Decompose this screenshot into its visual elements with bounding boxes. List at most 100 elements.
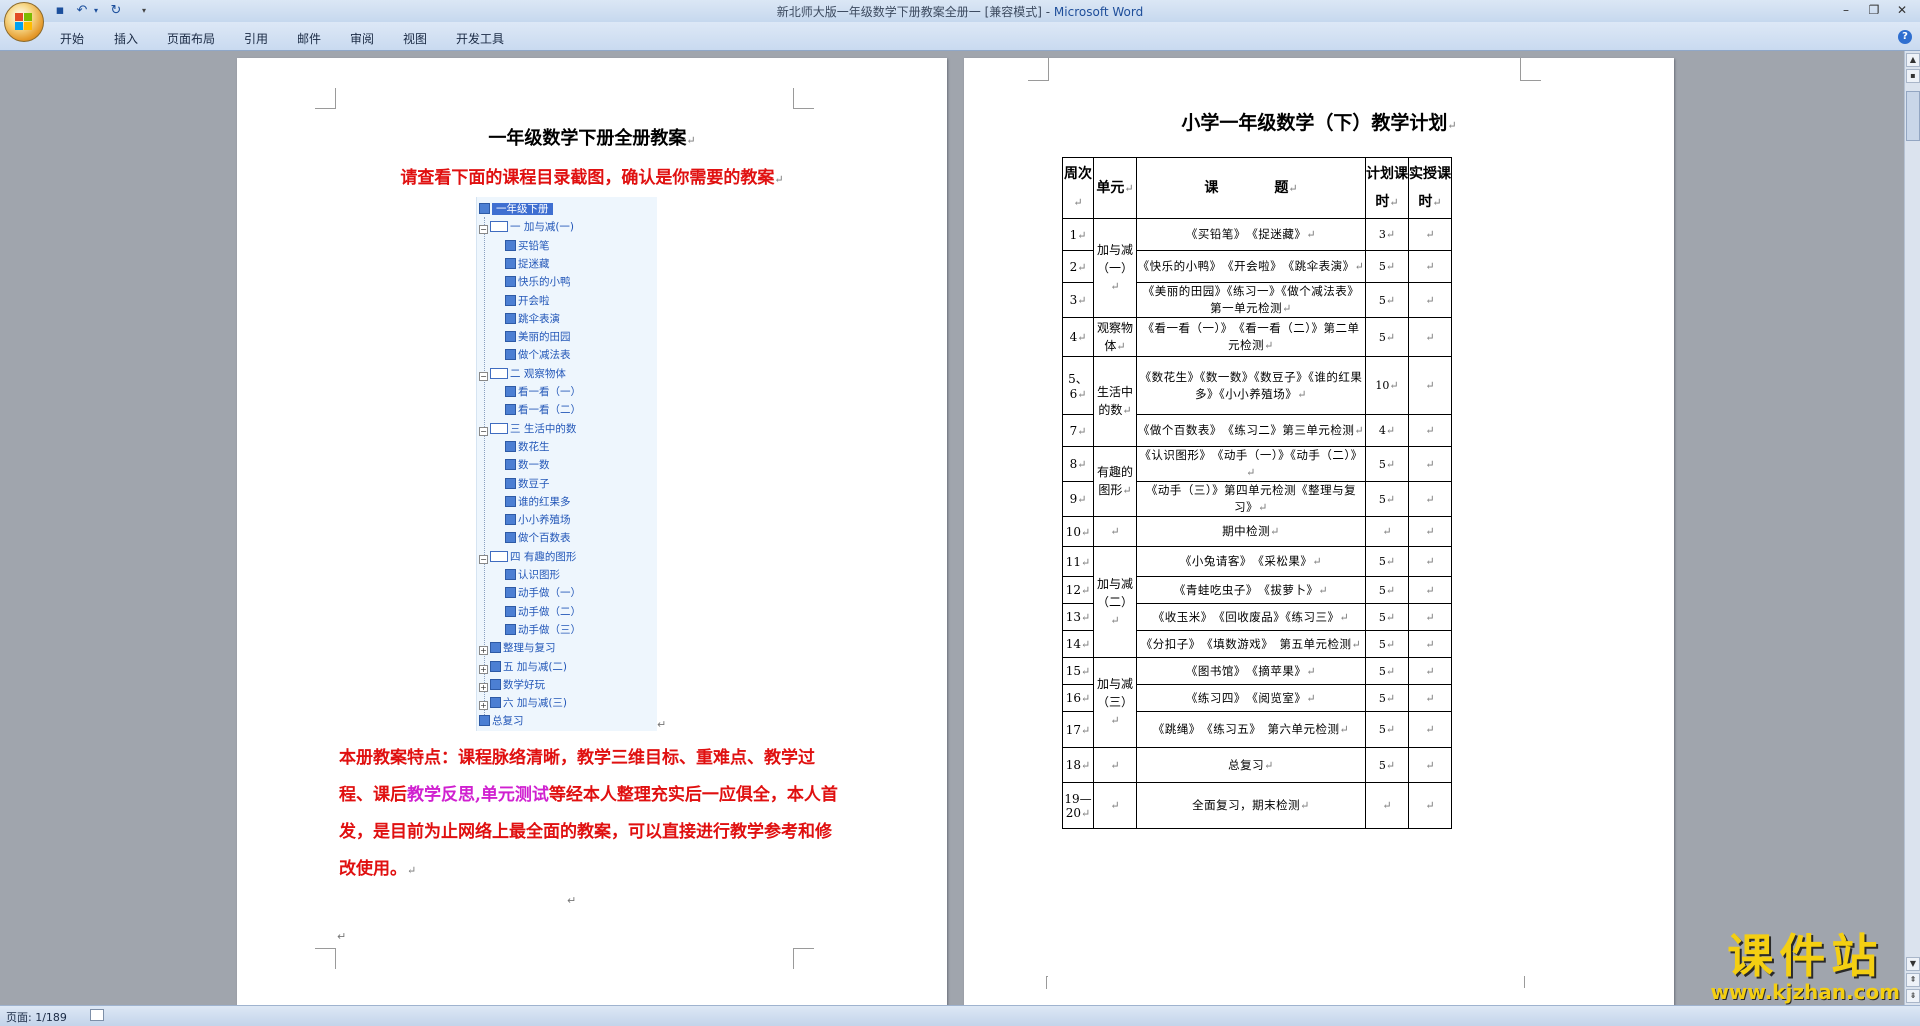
- margin-corner: [1046, 976, 1048, 989]
- tree-node[interactable]: 看一看（二）: [505, 402, 581, 418]
- table-row: 11↵ 加与减（二）↵ 《小兔请客》 《采松果》↵ 5↵ ↵: [1062, 546, 1452, 658]
- tree-node[interactable]: 总复习: [479, 713, 524, 729]
- tree-node[interactable]: + 六 加与减(三): [479, 695, 567, 711]
- cell-lesson: 《收玉米》 《回收废品》《练习三》↵: [1136, 603, 1366, 631]
- cell-actual-hours: ↵: [1408, 317, 1452, 357]
- restore-icon[interactable]: ❐: [1861, 2, 1887, 18]
- previous-page-icon[interactable]: ⇞: [1906, 973, 1920, 987]
- tree-node[interactable]: 认识图形: [505, 567, 560, 583]
- tab-page-layout[interactable]: 页面布局: [167, 30, 215, 47]
- help-icon[interactable]: ?: [1898, 30, 1912, 44]
- tree-node[interactable]: 开会啦: [505, 293, 550, 309]
- expand-icon[interactable]: +: [479, 701, 488, 711]
- cell-lesson: 《做个百数表》 《练习二》第三单元检测↵: [1136, 414, 1366, 447]
- shortcut-icon: [490, 660, 501, 672]
- watermark-brand: 课件站: [1727, 929, 1884, 983]
- cell-unit: ↵: [1093, 782, 1137, 829]
- tree-node[interactable]: − 一 加与减(一): [479, 219, 574, 235]
- expand-icon[interactable]: +: [479, 646, 488, 656]
- tab-view[interactable]: 视图: [403, 30, 427, 47]
- margin-corner: [315, 948, 336, 969]
- header-unit: 单元↵: [1093, 157, 1137, 219]
- tree-node[interactable]: 小小养殖场: [505, 512, 571, 528]
- cell-week: 5、6↵: [1062, 356, 1094, 415]
- tree-node[interactable]: − 四 有趣的图形: [479, 549, 576, 565]
- tree-node-label: 跳伞表演: [518, 312, 560, 325]
- cell-lesson: 期中检测↵: [1136, 516, 1366, 547]
- tree-node[interactable]: + 五 加与减(二): [479, 659, 567, 675]
- paragraph-mark: ↵: [567, 894, 577, 907]
- tree-node-label: 做个百数表: [518, 532, 571, 545]
- tree-node[interactable]: 动手做（三）: [505, 622, 581, 638]
- page-1: 一年级数学下册全册教案↵ 请查看下面的课程目录截图，确认是你需要的教案↵ 一年级…: [237, 58, 947, 1005]
- document-icon: [505, 294, 516, 306]
- tree-node[interactable]: 数花生: [505, 439, 550, 455]
- ruler-toggle-icon[interactable]: ▪: [1906, 69, 1920, 83]
- tree-node[interactable]: + 整理与复习: [479, 640, 556, 656]
- tab-developer[interactable]: 开发工具: [456, 30, 504, 47]
- scroll-down-icon[interactable]: ▼: [1906, 957, 1920, 971]
- tree-node[interactable]: 跳伞表演: [505, 311, 560, 327]
- cell-planned-hours: 4↵: [1365, 414, 1409, 447]
- tree-node[interactable]: 数豆子: [505, 476, 550, 492]
- tree-node[interactable]: + 数学好玩: [479, 677, 545, 693]
- cell-week: 15↵: [1062, 657, 1094, 685]
- office-button[interactable]: [4, 2, 44, 42]
- collapse-icon[interactable]: −: [479, 371, 488, 381]
- shortcut-icon: [490, 642, 501, 654]
- cell-actual-hours: ↵: [1408, 657, 1452, 685]
- expand-icon[interactable]: +: [479, 664, 488, 674]
- tree-node[interactable]: 做个减法表: [505, 347, 571, 363]
- vertical-scrollbar[interactable]: ▲ ▪ ▼ ⇞ ⇟: [1904, 51, 1920, 1005]
- scrollbar-thumb[interactable]: [1906, 91, 1920, 141]
- tree-node-label: 动手做（二）: [518, 605, 581, 618]
- tree-node[interactable]: − 三 生活中的数: [479, 421, 576, 437]
- tree-node[interactable]: 看一看（一）: [505, 384, 581, 400]
- cell-unit: ↵: [1093, 516, 1137, 547]
- document-icon: [505, 312, 516, 324]
- tree-node[interactable]: 动手做（二）: [505, 604, 581, 620]
- tab-review[interactable]: 审阅: [350, 30, 374, 47]
- tab-mailings[interactable]: 邮件: [297, 30, 321, 47]
- cell-actual-hours: ↵: [1408, 282, 1452, 318]
- tab-insert[interactable]: 插入: [114, 30, 138, 47]
- next-page-icon[interactable]: ⇟: [1906, 989, 1920, 1003]
- expand-icon[interactable]: +: [479, 682, 488, 692]
- table-row: 19—20↵ ↵ 全面复习，期末检测↵ ↵ ↵: [1062, 782, 1452, 829]
- tree-node[interactable]: 买铅笔: [505, 238, 550, 254]
- scroll-up-icon[interactable]: ▲: [1906, 53, 1920, 67]
- tree-node[interactable]: 动手做（一）: [505, 585, 581, 601]
- tree-node[interactable]: − 二 观察物体: [479, 366, 566, 382]
- tree-node[interactable]: 捉迷藏: [505, 256, 550, 272]
- close-icon[interactable]: ✕: [1889, 2, 1915, 18]
- tree-node[interactable]: 做个百数表: [505, 530, 571, 546]
- minimize-icon[interactable]: –: [1833, 2, 1859, 18]
- tab-home[interactable]: 开始: [60, 30, 84, 47]
- page-title: 一年级数学下册全册教案↵: [488, 128, 696, 149]
- tree-node[interactable]: 谁的红果多: [505, 494, 571, 510]
- tree-node[interactable]: 快乐的小鸭: [505, 274, 571, 290]
- cell-actual-hours: ↵: [1408, 630, 1452, 658]
- teaching-plan-table: 周次↵ 单元↵ 课 题↵ 计划课时↵ 实授课时↵ 1↵ 加与减（一）↵ 《买铅笔》 《捉迷藏》…: [1062, 157, 1452, 829]
- cell-planned-hours: 5↵: [1365, 603, 1409, 631]
- cell-planned-hours: 5↵: [1365, 282, 1409, 318]
- tree-node[interactable]: 美丽的田园: [505, 329, 571, 345]
- tree-node[interactable]: 一年级下册: [479, 201, 553, 217]
- tree-node[interactable]: 数一数: [505, 457, 550, 473]
- page-indicator[interactable]: 页面: 1/189: [6, 1009, 67, 1025]
- proofing-icon[interactable]: [90, 1009, 104, 1021]
- cell-week: 1↵: [1062, 218, 1094, 251]
- cell-week: 3↵: [1062, 282, 1094, 318]
- collapse-icon[interactable]: −: [479, 426, 488, 436]
- page-2: 小学一年级数学（下）教学计划↵ 周次↵ 单元↵ 课 题↵ 计划课时↵ 实授课时↵ 1↵ 加与…: [964, 58, 1674, 1005]
- tree-node-label: 数花生: [518, 440, 550, 453]
- collapse-icon[interactable]: −: [479, 554, 488, 564]
- tree-node-label: 数学好玩: [503, 678, 545, 691]
- page-subtitle: 请查看下面的课程目录截图，确认是你需要的教案↵: [400, 168, 784, 188]
- tab-references[interactable]: 引用: [244, 30, 268, 47]
- tree-node-label: 动手做（一）: [518, 587, 581, 600]
- tree-node-label: 美丽的田园: [518, 331, 571, 344]
- table-row: 10↵ ↵ 期中检测↵ ↵ ↵: [1062, 516, 1452, 547]
- book-icon: [490, 422, 508, 434]
- collapse-icon[interactable]: −: [479, 225, 488, 235]
